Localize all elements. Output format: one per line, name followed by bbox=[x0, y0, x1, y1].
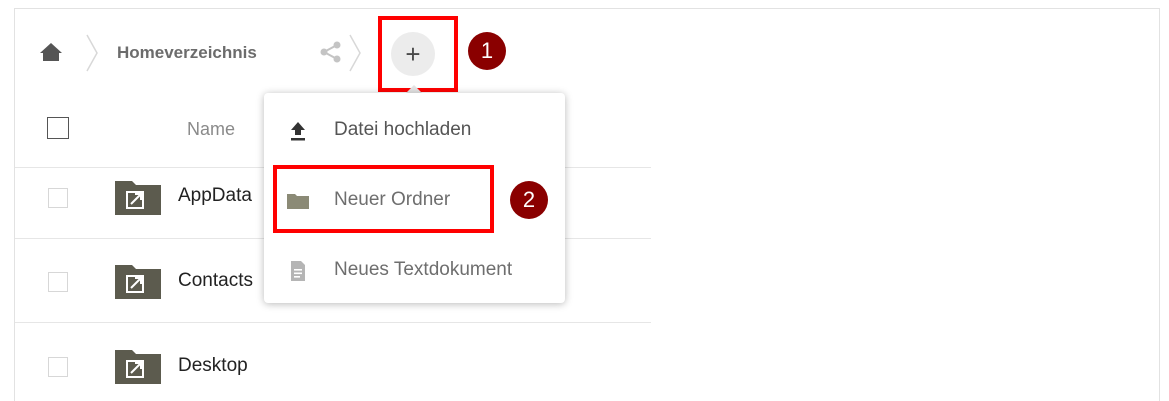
row-checkbox[interactable] bbox=[48, 188, 68, 208]
column-header-name[interactable]: Name bbox=[187, 119, 235, 140]
row-divider bbox=[15, 322, 651, 323]
text-document-icon bbox=[291, 261, 305, 281]
file-name[interactable]: Contacts bbox=[178, 270, 253, 292]
upload-icon bbox=[291, 122, 305, 141]
breadcrumb-home-label[interactable]: Homeverzeichnis bbox=[117, 43, 257, 63]
menu-item-upload-file[interactable]: Datei hochladen bbox=[264, 101, 565, 161]
file-name[interactable]: Desktop bbox=[178, 355, 248, 377]
menu-item-new-text-document[interactable]: Neues Textdokument bbox=[264, 241, 565, 301]
home-icon[interactable] bbox=[38, 40, 64, 64]
breadcrumb-separator-icon bbox=[349, 34, 361, 72]
breadcrumb-separator-icon bbox=[86, 34, 98, 72]
file-name[interactable]: AppData bbox=[178, 185, 252, 207]
shared-folder-icon bbox=[115, 181, 161, 215]
menu-item-label: Datei hochladen bbox=[334, 119, 472, 140]
shared-folder-icon bbox=[115, 265, 161, 299]
step-marker-2: 2 bbox=[510, 181, 548, 219]
highlight-box-new-folder bbox=[273, 165, 494, 233]
highlight-box-add-button bbox=[378, 16, 458, 92]
share-icon[interactable] bbox=[318, 40, 344, 64]
row-checkbox[interactable] bbox=[48, 357, 68, 377]
row-checkbox[interactable] bbox=[48, 272, 68, 292]
select-all-checkbox[interactable] bbox=[47, 117, 69, 139]
step-marker-1: 1 bbox=[468, 32, 506, 70]
menu-item-label: Neues Textdokument bbox=[334, 259, 513, 280]
shared-folder-icon bbox=[115, 350, 161, 384]
